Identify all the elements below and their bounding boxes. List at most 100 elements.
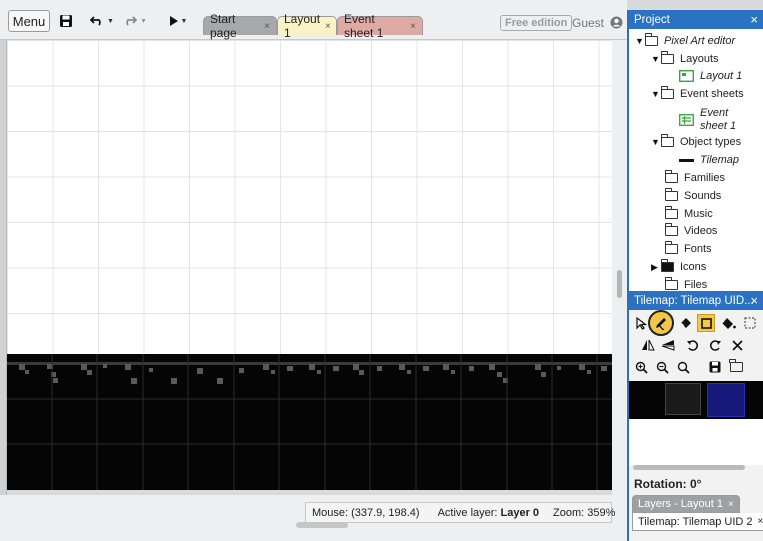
- undo-icon: [90, 16, 101, 26]
- tile-swatch[interactable]: [665, 383, 701, 415]
- tree-item-layout-1[interactable]: Layout 1: [679, 67, 742, 85]
- menu-button[interactable]: Menu: [8, 10, 50, 32]
- close-icon[interactable]: ×: [410, 21, 416, 32]
- tree-item-event-sheets[interactable]: ▼ Event sheets: [651, 85, 744, 103]
- close-icon[interactable]: ×: [264, 21, 270, 32]
- tree-item-fonts[interactable]: Fonts: [664, 240, 712, 258]
- tree-item-object-types[interactable]: ▼ Object types: [651, 133, 741, 151]
- tree-item-icons[interactable]: ▶ Icons: [651, 258, 706, 276]
- save-icon[interactable]: [58, 10, 74, 32]
- tree-item-pixel-art-editor[interactable]: ▼ Pixel Art editor: [635, 32, 735, 50]
- folder-icon: [644, 33, 658, 46]
- zoom-reset-tool[interactable]: [674, 358, 692, 376]
- tree-item-families[interactable]: Families: [664, 169, 725, 187]
- tree-label: Layout 1: [700, 70, 743, 82]
- flip-horizontal-tool[interactable]: [639, 336, 657, 354]
- tree-label: Families: [684, 172, 725, 184]
- redo-button[interactable]: ▼: [121, 10, 149, 32]
- rotation-readout: Rotation: 0°: [634, 477, 701, 491]
- mouse-value: (337.9, 198.4): [351, 506, 420, 519]
- tileset-preview[interactable]: [629, 381, 763, 419]
- layout-canvas[interactable]: [7, 40, 612, 490]
- chevron-down-icon: ▼: [107, 17, 114, 25]
- tab-layout-1[interactable]: Layout 1 ×: [277, 12, 337, 40]
- guest-user[interactable]: Guest: [572, 16, 623, 30]
- tree-label: Object types: [680, 136, 742, 148]
- eraser-tool[interactable]: [676, 314, 694, 332]
- left-dock-edge: [0, 40, 7, 500]
- zoom-out-tool[interactable]: [653, 358, 671, 376]
- tilemap-object-icon: [679, 158, 694, 162]
- close-icon[interactable]: ×: [750, 293, 758, 308]
- undo-button[interactable]: ▼: [88, 10, 116, 32]
- selected-tile-swatch[interactable]: [707, 383, 745, 417]
- flip-horizontal-icon: [642, 339, 655, 351]
- horizontal-scroll-thumb[interactable]: [296, 522, 348, 528]
- layout-icon: [679, 70, 694, 82]
- tree-item-sounds[interactable]: Sounds: [664, 187, 722, 205]
- free-edition-badge[interactable]: Free edition: [500, 15, 573, 31]
- zoom-in-tool[interactable]: [632, 358, 650, 376]
- expand-arrow-icon[interactable]: ▼: [651, 89, 661, 99]
- tilemap-panel: Tilemap: Tilemap UID... × Rotation: 0° L…: [627, 291, 763, 541]
- expand-arrow-icon[interactable]: ▼: [651, 137, 661, 147]
- rotation-label: Rotation:: [634, 477, 687, 491]
- square-icon: [700, 317, 712, 329]
- canvas-vertical-scrollbar[interactable]: [612, 40, 627, 495]
- marquee-tool[interactable]: [741, 314, 759, 332]
- tree-label: Videos: [684, 225, 718, 237]
- tileset-scrollbar[interactable]: [633, 465, 745, 470]
- tree-label-line: sheet 1: [700, 120, 737, 132]
- tab-label: Layout 1: [284, 12, 321, 40]
- open-folder-tool[interactable]: [727, 358, 745, 376]
- folder-icon: [660, 259, 674, 272]
- preview-button[interactable]: ▼: [165, 10, 191, 32]
- tree-item-files[interactable]: Files: [664, 276, 707, 291]
- close-icon[interactable]: ×: [758, 516, 763, 527]
- rotate-ccw-tool[interactable]: [683, 336, 701, 354]
- close-icon[interactable]: ×: [750, 12, 758, 27]
- folder-icon: [664, 223, 678, 236]
- tree-item-videos[interactable]: Videos: [664, 222, 718, 240]
- tab-label: Tilemap: Tilemap UID 2: [638, 515, 753, 528]
- pencil-icon: [656, 318, 666, 330]
- folder-icon: [664, 170, 678, 183]
- fill-tool[interactable]: [720, 314, 738, 332]
- rotate-cw-icon: [709, 339, 721, 351]
- pencil-tool[interactable]: [648, 310, 674, 336]
- tree-item-tilemap[interactable]: Tilemap: [679, 151, 739, 169]
- rotate-ccw-icon: [686, 339, 698, 351]
- zoom-value: 359%: [587, 506, 616, 519]
- flip-vertical-tool[interactable]: [659, 336, 677, 354]
- tree-item-layouts[interactable]: ▼ Layouts: [651, 50, 719, 68]
- tab-tilemap-uid-2[interactable]: Tilemap: Tilemap UID 2 ×: [632, 513, 763, 531]
- status-bar: Mouse: (337.9, 198.4) Active layer: Laye…: [0, 495, 627, 541]
- tree-item-music[interactable]: Music: [664, 205, 713, 223]
- cursor-icon: [635, 316, 647, 330]
- expand-arrow-icon[interactable]: ▼: [635, 36, 645, 46]
- flip-vertical-icon: [661, 340, 675, 351]
- tree-item-event-sheet-1[interactable]: Event sheet 1: [679, 105, 736, 135]
- tileset-preview-area[interactable]: [629, 419, 763, 465]
- top-toolbar: Menu ▼ ▼ ▼ Start page × Layout 1 × Event s…: [0, 0, 627, 40]
- tree-label: Icons: [680, 261, 707, 273]
- tree-label: Sounds: [684, 190, 722, 202]
- vertical-scroll-thumb[interactable]: [617, 270, 622, 298]
- mouse-label: Mouse:: [312, 506, 349, 519]
- rectangle-tool[interactable]: [697, 314, 715, 332]
- rotate-cw-tool[interactable]: [706, 336, 724, 354]
- tab-event-sheet-1[interactable]: Event sheet 1 ×: [337, 12, 423, 40]
- tab-label: Start page: [210, 12, 237, 40]
- expand-arrow-icon[interactable]: ▶: [651, 262, 661, 273]
- magnifier-icon: [677, 361, 690, 374]
- tab-layers-layout-1[interactable]: Layers - Layout 1 ×: [632, 495, 740, 513]
- tab-start-page[interactable]: Start page ×: [203, 12, 277, 40]
- project-panel-header: Project ×: [629, 10, 763, 29]
- redo-icon: [126, 16, 138, 26]
- close-icon[interactable]: ×: [325, 21, 331, 32]
- expand-arrow-icon[interactable]: ▼: [651, 54, 661, 64]
- save-brush-tool[interactable]: [706, 358, 724, 376]
- close-icon[interactable]: ×: [728, 499, 734, 510]
- folder-icon: [664, 188, 678, 201]
- reset-transform-tool[interactable]: [728, 336, 746, 354]
